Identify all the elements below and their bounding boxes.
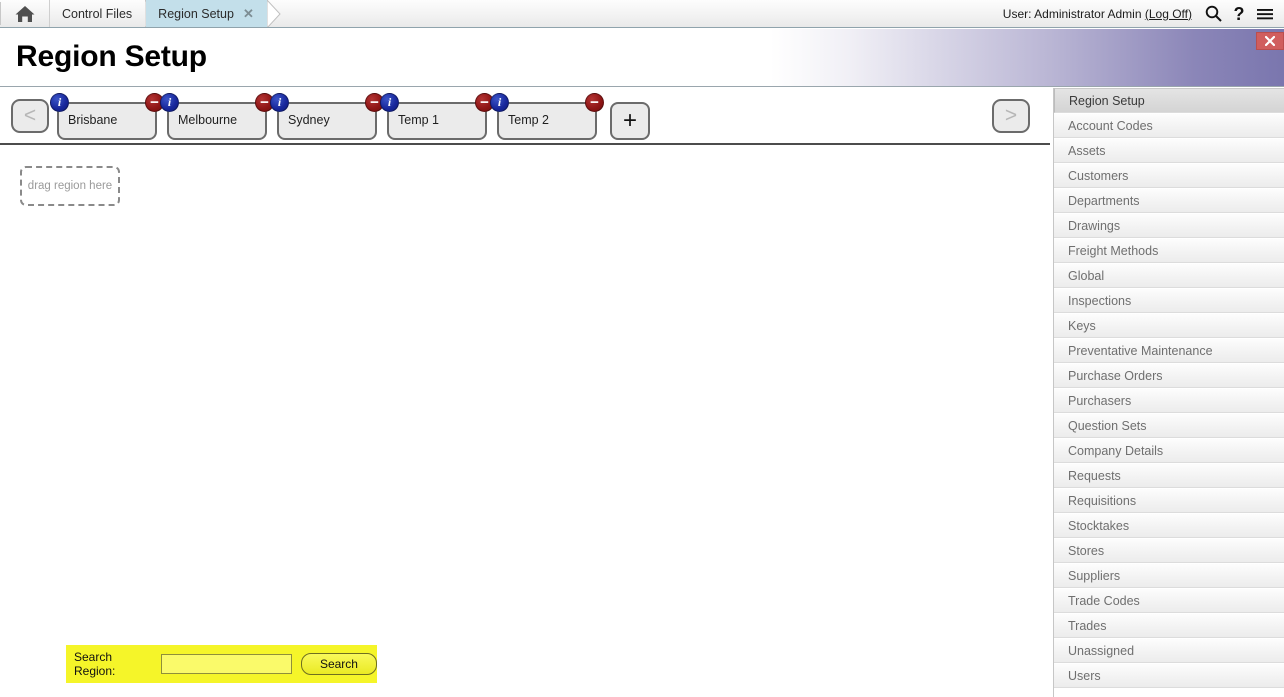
- sidebar-item-label: Assets: [1068, 143, 1106, 158]
- app-root: Control Files Region Setup ✕ User: Admin…: [0, 0, 1284, 697]
- sidebar-item-label: Question Sets: [1068, 418, 1147, 433]
- sidebar-item-suppliers[interactable]: Suppliers: [1054, 563, 1284, 588]
- log-off-link[interactable]: (Log Off): [1145, 7, 1192, 21]
- work-area: < Brisbane i − Melbourne i − Sydney i − Temp 1 i − T…: [0, 88, 1050, 629]
- breadcrumb-label: Control Files: [62, 6, 133, 21]
- region-chip-bar: < Brisbane i − Melbourne i − Sydney i − Temp 1 i − T…: [0, 88, 1050, 145]
- sidebar-item-label: Users: [1068, 668, 1101, 683]
- sidebar-item-requests[interactable]: Requests: [1054, 463, 1284, 488]
- remove-icon[interactable]: −: [585, 93, 604, 112]
- region-chip-label: Temp 1: [398, 113, 439, 127]
- breadcrumb-label: Region Setup: [158, 6, 234, 21]
- region-chip[interactable]: Temp 1 i −: [380, 93, 494, 140]
- info-icon[interactable]: i: [50, 93, 69, 112]
- sidebar-item-label: Stores: [1068, 543, 1105, 558]
- sidebar-item-label: Keys: [1068, 318, 1096, 333]
- sidebar-item-users[interactable]: Users: [1054, 663, 1284, 688]
- sidebar-item-trade-codes[interactable]: Trade Codes: [1054, 588, 1284, 613]
- search-region-label: Search Region:: [74, 650, 116, 678]
- sidebar-item-label: Customers: [1068, 168, 1129, 183]
- sidebar-item-label: Purchase Orders: [1068, 368, 1163, 383]
- sidebar-item-label: Departments: [1068, 193, 1140, 208]
- sidebar-item-label: Unassigned: [1068, 643, 1135, 658]
- close-icon[interactable]: ✕: [243, 7, 254, 20]
- sidebar-item-stores[interactable]: Stores: [1054, 538, 1284, 563]
- sidebar-item-drawings[interactable]: Drawings: [1054, 213, 1284, 238]
- sidebar-item-unassigned[interactable]: Unassigned: [1054, 638, 1284, 663]
- breadcrumb-item-control-files[interactable]: Control Files: [50, 0, 159, 27]
- sidebar-item-label: Trades: [1068, 618, 1107, 633]
- info-icon[interactable]: i: [270, 93, 289, 112]
- region-chip[interactable]: Temp 2 i −: [490, 93, 604, 140]
- sidebar-item-label: Suppliers: [1068, 568, 1121, 583]
- sidebar-item-label: Global: [1068, 268, 1105, 283]
- region-chip-label: Temp 2: [508, 113, 549, 127]
- sidebar-item-label: Stocktakes: [1068, 518, 1130, 533]
- sidebar-item-trades[interactable]: Trades: [1054, 613, 1284, 638]
- region-chip-label: Sydney: [288, 113, 330, 127]
- breadcrumb: Control Files Region Setup ✕: [50, 0, 281, 27]
- sidebar-item-label: Company Details: [1068, 443, 1164, 458]
- home-button[interactable]: [0, 0, 50, 27]
- sidebar-item-label: Preventative Maintenance: [1068, 343, 1213, 358]
- user-label: User: Administrator Admin: [1002, 6, 1142, 21]
- top-header-bar: Control Files Region Setup ✕ User: Admin…: [0, 0, 1284, 28]
- sidebar-item-label: Drawings: [1068, 218, 1121, 233]
- scroll-left-button[interactable]: <: [11, 99, 49, 133]
- info-icon[interactable]: i: [160, 93, 179, 112]
- sidebar-item-label: Freight Methods: [1068, 243, 1159, 258]
- sidebar-item-preventative-maintenance[interactable]: Preventative Maintenance: [1054, 338, 1284, 363]
- sidebar-item-question-sets[interactable]: Question Sets: [1054, 413, 1284, 438]
- sidebar-item-region-setup[interactable]: Region Setup: [1054, 88, 1284, 113]
- search-region-panel: Search Region: Search: [66, 645, 377, 683]
- region-chip-label: Melbourne: [178, 113, 238, 127]
- sidebar-item-departments[interactable]: Departments: [1054, 188, 1284, 213]
- region-chip[interactable]: Brisbane i −: [50, 93, 164, 140]
- sidebar-item-purchase-orders[interactable]: Purchase Orders: [1054, 363, 1284, 388]
- sidebar-item-customers[interactable]: Customers: [1054, 163, 1284, 188]
- sidebar-item-requisitions[interactable]: Requisitions: [1054, 488, 1284, 513]
- scroll-right-button[interactable]: >: [992, 99, 1030, 133]
- sidebar-item-purchasers[interactable]: Purchasers: [1054, 388, 1284, 413]
- menu-icon[interactable]: [1252, 1, 1278, 27]
- search-button[interactable]: Search: [300, 653, 377, 675]
- sidebar-item-label: Requisitions: [1068, 493, 1137, 508]
- breadcrumb-chevron-icon: [266, 0, 281, 27]
- add-region-button[interactable]: +: [610, 102, 650, 140]
- info-icon[interactable]: i: [380, 93, 399, 112]
- sidebar-item-label: Trade Codes: [1068, 593, 1140, 608]
- help-icon[interactable]: ?: [1226, 1, 1252, 27]
- sidebar-item-label: Requests: [1068, 468, 1121, 483]
- sidebar-item-company-details[interactable]: Company Details: [1054, 438, 1284, 463]
- sidebar-item-label: Account Codes: [1068, 118, 1153, 133]
- sidebar-item-label: Inspections: [1068, 293, 1132, 308]
- sidebar-item-label: Region Setup: [1069, 93, 1145, 108]
- sidebar-item-account-codes[interactable]: Account Codes: [1054, 113, 1284, 138]
- info-icon[interactable]: i: [490, 93, 509, 112]
- sidebar-item-inspections[interactable]: Inspections: [1054, 288, 1284, 313]
- region-chip[interactable]: Melbourne i −: [160, 93, 274, 140]
- sidebar-item-global[interactable]: Global: [1054, 263, 1284, 288]
- sidebar-item-stocktakes[interactable]: Stocktakes: [1054, 513, 1284, 538]
- close-icon: [1265, 36, 1275, 46]
- sidebar-item-freight-methods[interactable]: Freight Methods: [1054, 238, 1284, 263]
- region-chip[interactable]: Sydney i −: [270, 93, 384, 140]
- search-icon[interactable]: [1200, 1, 1226, 27]
- control-files-sidebar: Region Setup Account Codes Assets Customers…: [1053, 88, 1284, 697]
- page-title-band: Region Setup: [0, 29, 1284, 87]
- home-icon: [15, 5, 34, 22]
- breadcrumb-item-region-setup[interactable]: Region Setup ✕: [146, 0, 281, 27]
- search-region-input[interactable]: [160, 654, 292, 674]
- sidebar-item-keys[interactable]: Keys: [1054, 313, 1284, 338]
- region-chip-label: Brisbane: [68, 113, 118, 127]
- dropzone-label: drag region here: [27, 180, 113, 192]
- page-title: Region Setup: [16, 40, 207, 73]
- sidebar-item-label: Purchasers: [1068, 393, 1132, 408]
- sidebar-item-assets[interactable]: Assets: [1054, 138, 1284, 163]
- panel-close-button[interactable]: [1256, 32, 1284, 50]
- user-area: User: Administrator Admin (Log Off) ?: [1003, 0, 1284, 27]
- region-dropzone[interactable]: drag region here: [20, 166, 120, 206]
